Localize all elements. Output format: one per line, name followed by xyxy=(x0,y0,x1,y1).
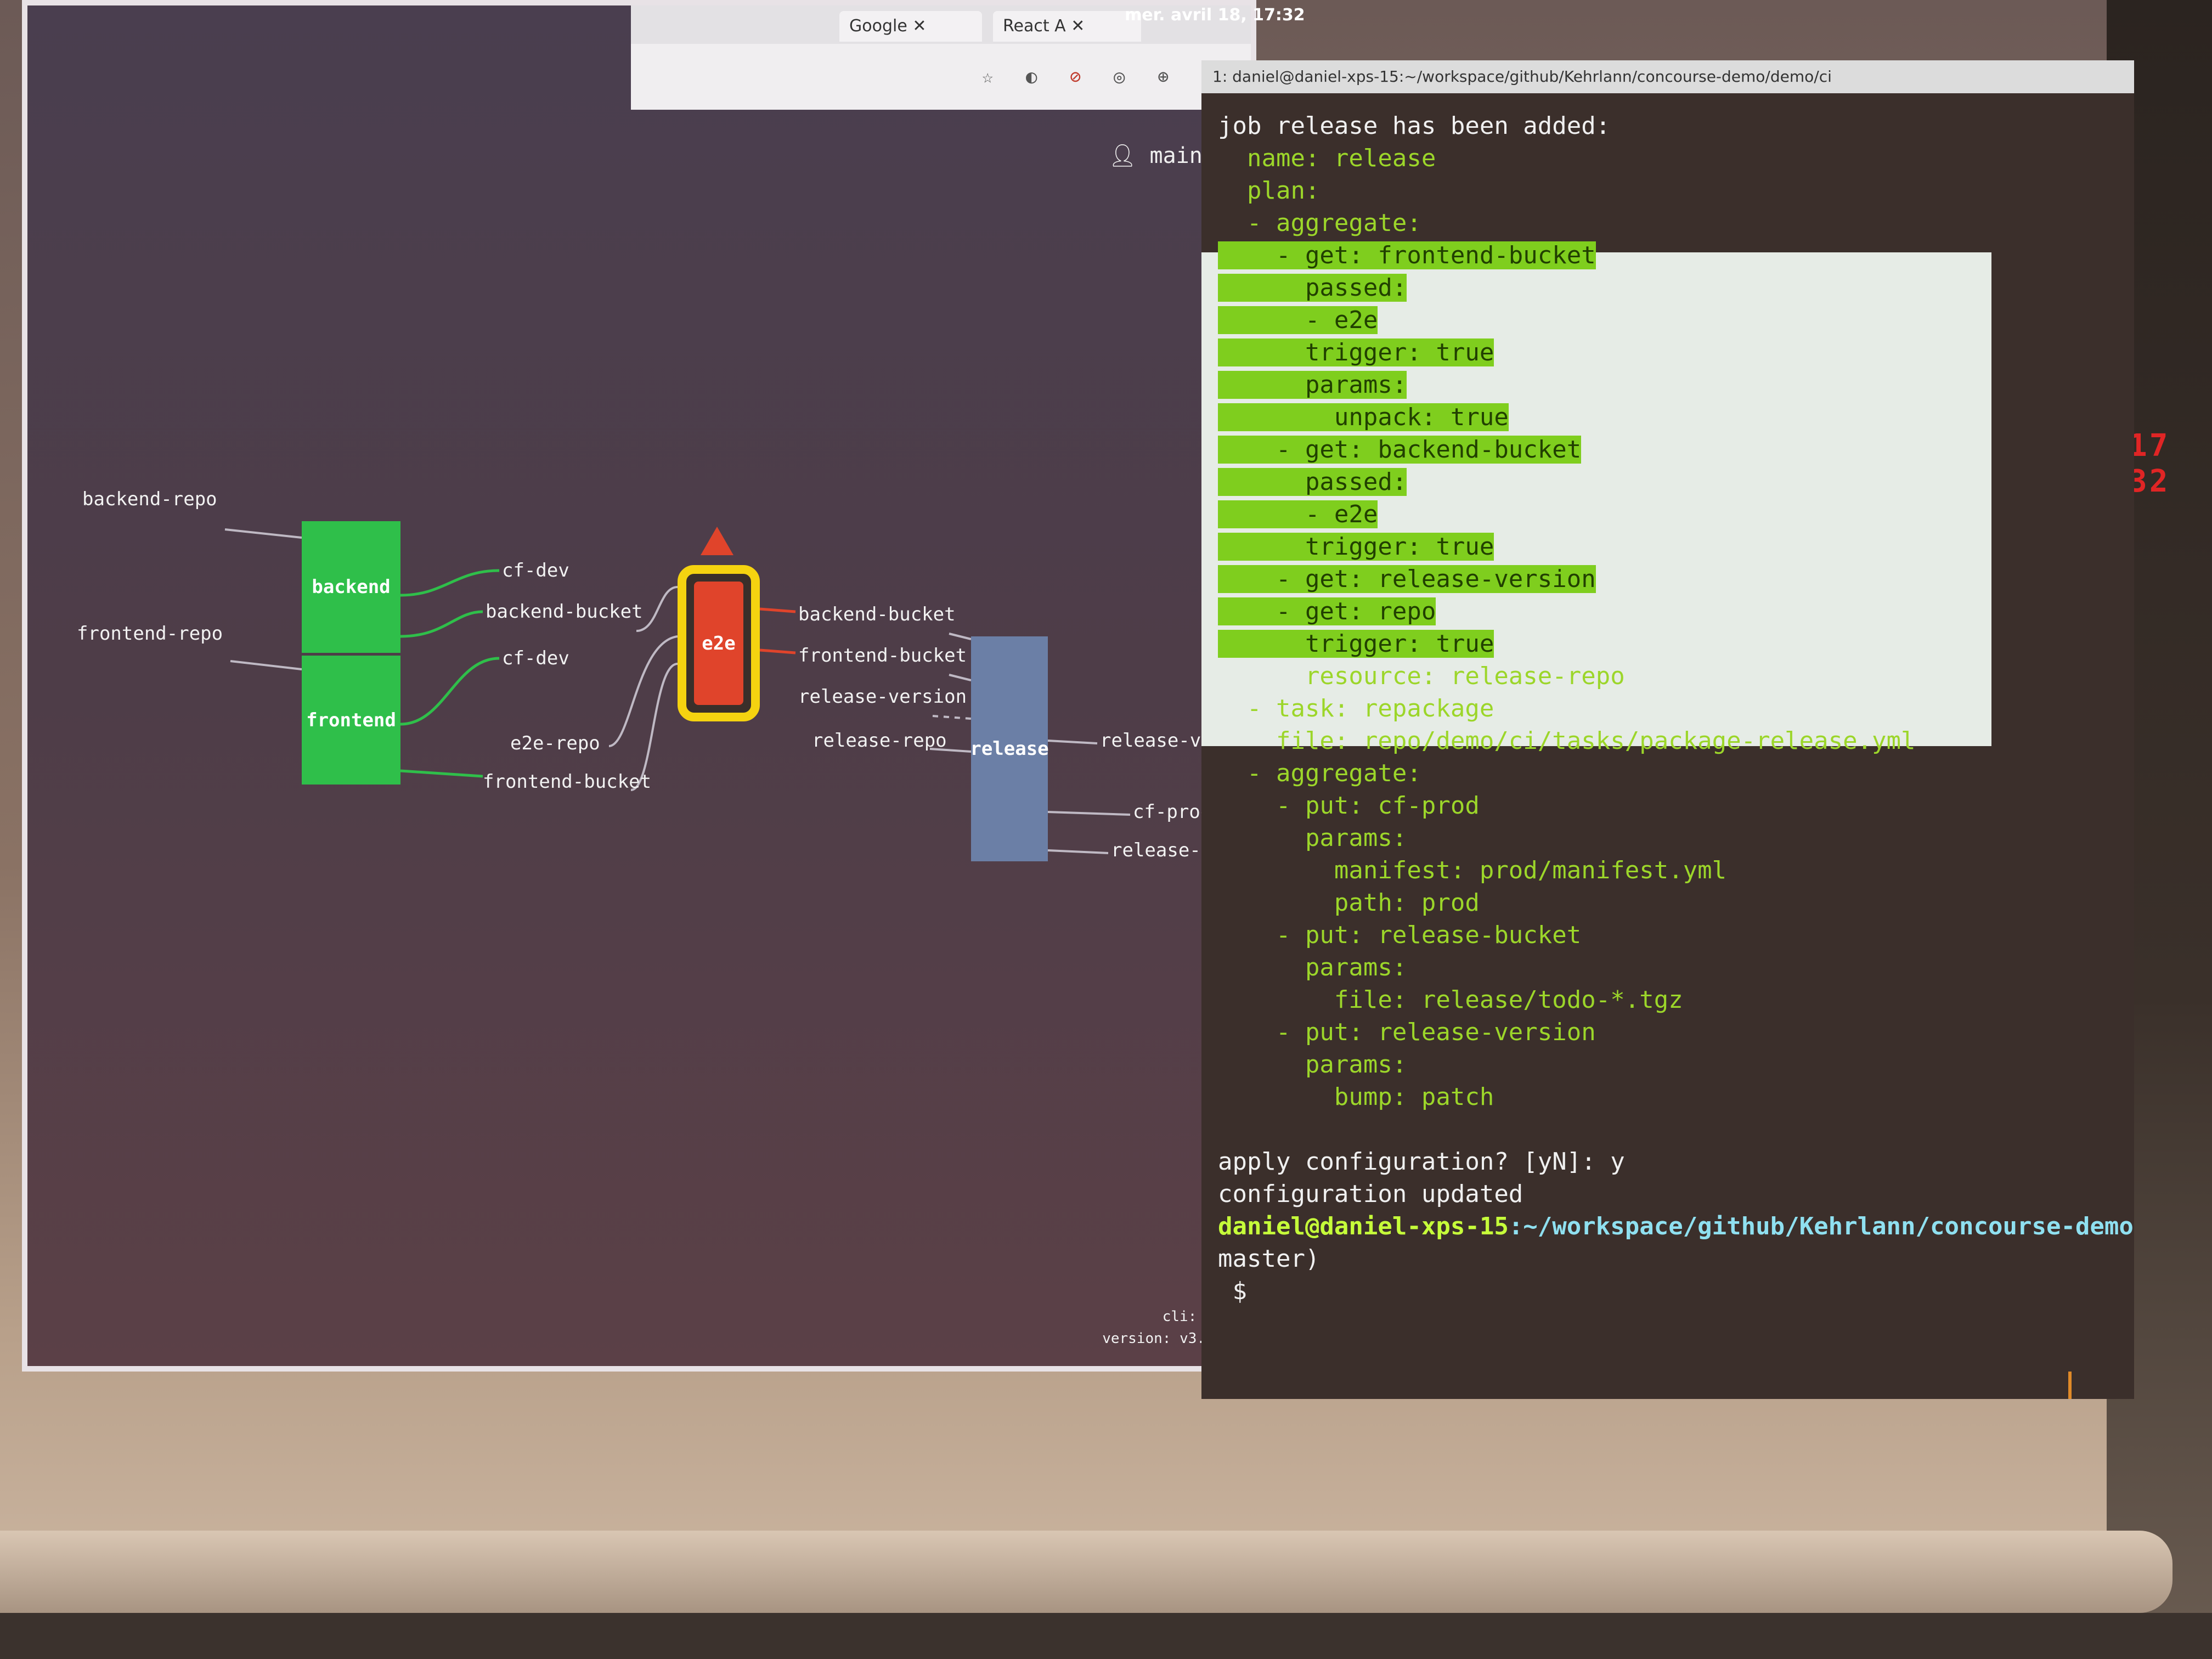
job-e2e[interactable]: e2e xyxy=(694,582,743,705)
resource-cf-dev[interactable]: cf-dev xyxy=(502,647,569,669)
wall-clock: 17 32 xyxy=(2129,428,2170,499)
resource-frontend-repo[interactable]: frontend-repo xyxy=(77,623,223,645)
terminal-line: trigger: true xyxy=(1218,630,1494,658)
terminal-line: - task: repackage xyxy=(1218,695,1494,723)
job-backend[interactable]: backend xyxy=(302,521,400,653)
terminal-line: file: release/todo-*.tgz xyxy=(1218,986,1683,1014)
terminal-window[interactable]: 1: daniel@daniel-xps-15:~/workspace/gith… xyxy=(1201,60,2134,1399)
terminal-line: path: prod xyxy=(1218,889,1480,917)
job-e2e-running-border[interactable]: e2e xyxy=(678,565,760,721)
edge-release-cf-prod xyxy=(1047,811,1131,816)
terminal-line: configuration updated xyxy=(1218,1180,1523,1208)
edge-frontend-repo-frontend xyxy=(230,660,302,670)
prompt-branch: master) xyxy=(1218,1245,1320,1273)
system-clock: mer. avril 18, 17:32 xyxy=(1125,5,1305,25)
resource-release-version[interactable]: release-version xyxy=(798,686,967,708)
terminal-line: plan: xyxy=(1218,177,1320,205)
warning-icon xyxy=(701,527,733,555)
job-frontend[interactable]: frontend xyxy=(302,656,400,785)
terminal-line: file: repo/demo/ci/tasks/package-release… xyxy=(1218,727,1916,755)
terminal-line: job release has been added: xyxy=(1218,112,1611,140)
edge-frontend-frontend-bucket xyxy=(400,769,483,778)
terminal-line: - put: release-bucket xyxy=(1218,921,1582,949)
edge-backend-repo-backend xyxy=(224,528,302,539)
browser-window: Google ✕ React A ✕ ☆ ◐ ⊘ ◎ ⊕ ⋮ 👤︎ main ▾ xyxy=(22,0,1256,1372)
resource-release-repo[interactable]: release-repo xyxy=(812,730,947,752)
terminal-output[interactable]: job release has been added: name: releas… xyxy=(1218,110,2134,1307)
prompt-symbol: $ xyxy=(1218,1277,1247,1305)
resource-cf-dev[interactable]: cf-dev xyxy=(502,560,569,582)
terminal-line: - put: cf-prod xyxy=(1218,792,1480,820)
terminal-line: params: xyxy=(1218,1051,1407,1079)
terminal-line: trigger: true xyxy=(1218,338,1494,366)
terminal-line: - get: repo xyxy=(1218,597,1436,625)
terminal-line: - put: release-version xyxy=(1218,1018,1596,1046)
prompt-user: daniel@daniel-xps-15 xyxy=(1218,1212,1509,1240)
edge-release-release-version xyxy=(1047,740,1098,744)
screen-bottom-bar xyxy=(0,1531,2172,1613)
floor xyxy=(0,1613,2212,1659)
edge-backend-bucket-release xyxy=(949,633,972,640)
edge-e2e-backend-bucket xyxy=(759,607,796,613)
cli-label: cli: xyxy=(1162,1308,1197,1325)
terminal-line: name: release xyxy=(1218,144,1436,172)
edge-e2e-frontend-bucket xyxy=(759,648,796,654)
resource-e2e-repo[interactable]: e2e-repo xyxy=(510,732,600,754)
edge-e2e-repo-e2e xyxy=(608,635,678,747)
resource-backend-bucket[interactable]: backend-bucket xyxy=(798,603,956,625)
edge-backend-cf-dev xyxy=(400,569,500,597)
terminal-line: bump: patch xyxy=(1218,1083,1494,1111)
resource-backend-repo[interactable]: backend-repo xyxy=(82,488,217,510)
edge-backend-backend-bucket xyxy=(400,610,483,638)
prompt-path: :~/workspace/github/Kehrlann/concourse-d… xyxy=(1508,1212,2134,1240)
terminal-line: - e2e xyxy=(1218,500,1378,528)
terminal-line: passed: xyxy=(1218,468,1407,496)
terminal-line: apply configuration? [yN]: y xyxy=(1218,1148,1625,1176)
terminal-line: params: xyxy=(1218,371,1407,399)
terminal-line: params: xyxy=(1218,824,1407,852)
terminal-line: - get: release-version xyxy=(1218,565,1596,593)
resource-cf-prod[interactable]: cf-prod xyxy=(1133,801,1211,823)
terminal-title: 1: daniel@daniel-xps-15:~/workspace/gith… xyxy=(1201,60,2134,93)
resource-frontend-bucket[interactable]: frontend-bucket xyxy=(483,771,651,793)
terminal-line: params: xyxy=(1218,953,1407,981)
terminal-line: - aggregate: xyxy=(1218,759,1421,787)
resource-backend-bucket[interactable]: backend-bucket xyxy=(486,601,643,623)
edge-release-version-release xyxy=(932,715,972,720)
terminal-line: - get: frontend-bucket xyxy=(1218,241,1596,269)
edge-release-release-bucket xyxy=(1047,849,1109,854)
pipeline-edges xyxy=(224,528,1131,854)
edge-frontend-cf-dev xyxy=(400,657,500,726)
terminal-line: trigger: true xyxy=(1218,533,1494,561)
job-release[interactable]: release xyxy=(970,636,1049,861)
text-cursor xyxy=(2068,1372,2072,1399)
terminal-line: - e2e xyxy=(1218,306,1378,334)
terminal-line: passed: xyxy=(1218,274,1407,302)
terminal-line: resource: release-repo xyxy=(1218,662,1625,690)
edge-frontend-bucket-release xyxy=(949,674,972,681)
terminal-line: - aggregate: xyxy=(1218,209,1421,237)
terminal-line: manifest: prod/manifest.yml xyxy=(1218,856,1727,884)
terminal-line: unpack: true xyxy=(1218,403,1509,431)
resource-frontend-bucket[interactable]: frontend-bucket xyxy=(798,645,967,667)
terminal-line: - get: backend-bucket xyxy=(1218,436,1582,464)
